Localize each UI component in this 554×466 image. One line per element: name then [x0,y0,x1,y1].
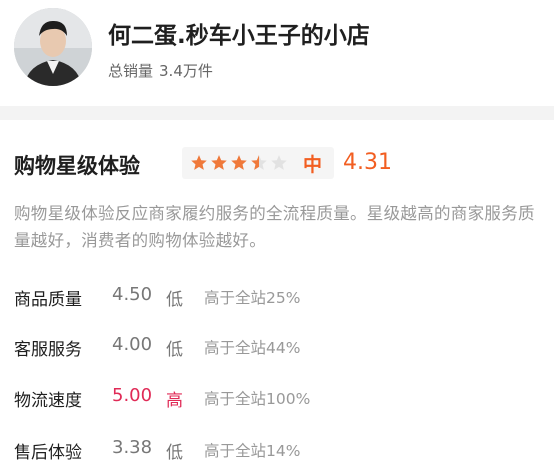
total-sales: 总销量 3.4万件 [108,60,213,81]
star-icon [271,155,287,170]
shop-header: 何二蛋.秒车小王子的小店 总销量 3.4万件 [0,0,554,106]
metric-score: 4.50 [112,284,153,305]
rating-description: 购物星级体验反应商家履约服务的全流程质量。星级越高的商家服务质量越好，消费者的购… [14,204,535,250]
metric-level: 低 [166,340,183,360]
rating-level: 中 [303,154,323,176]
metric-compare: 高于全站14% [204,442,301,460]
metric-score: 5.00 [112,385,153,406]
star-icon [191,155,207,170]
metric-compare: 高于全站25% [204,289,301,307]
metric-level: 低 [166,443,183,463]
star-rating-badge[interactable]: 中 [182,147,334,179]
shop-avatar[interactable] [14,8,92,86]
section-divider [0,106,554,120]
star-rating [190,154,288,172]
metric-level: 低 [166,290,183,310]
sales-label: 总销量 [108,62,154,80]
metric-score: 3.38 [112,437,153,458]
metric-label: 客服服务 [14,340,82,360]
metric-level: 高 [166,391,183,411]
metric-label: 物流速度 [14,391,82,411]
metric-label: 商品质量 [14,290,82,310]
star-icon [231,155,247,170]
star-icon [251,155,267,170]
metric-label: 售后体验 [14,443,82,463]
rating-score: 4.31 [343,150,392,175]
avatar-photo-icon [14,8,92,86]
shopping-star-rating-section: 购物星级体验 中 4.31 购物星级体验反应商家履约服务的全流程质量。星级越高的… [0,120,554,466]
star-icon [211,155,227,170]
metric-compare: 高于全站100% [204,390,311,408]
metric-score: 4.00 [112,334,153,355]
shop-name[interactable]: 何二蛋.秒车小王子的小店 [108,16,370,50]
sales-value: 3.4万件 [159,62,213,80]
metric-compare: 高于全站44% [204,339,301,357]
rating-title: 购物星级体验 [14,154,140,178]
